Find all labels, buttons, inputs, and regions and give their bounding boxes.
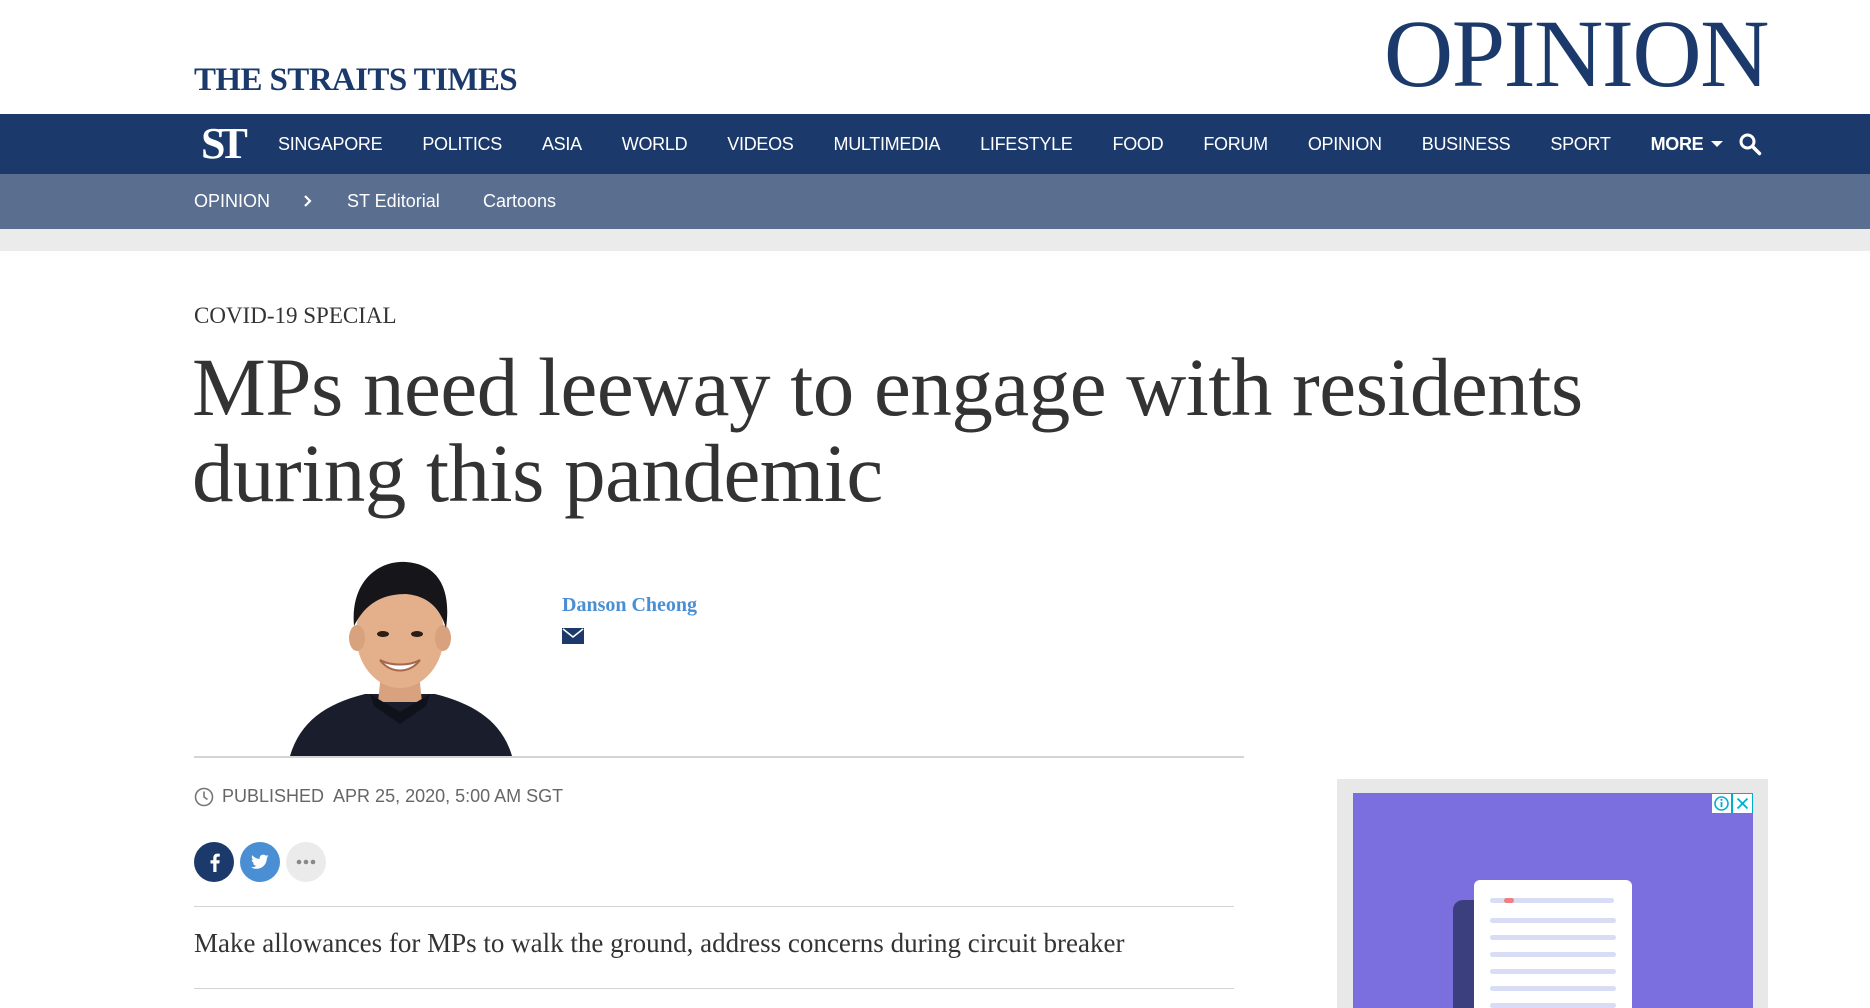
nav-more-label: MORE: [1650, 133, 1704, 154]
twitter-share-button[interactable]: [240, 842, 280, 882]
more-icon: [296, 859, 316, 865]
divider: [194, 756, 1244, 758]
search-icon[interactable]: [1738, 132, 1762, 156]
nav-item-opinion[interactable]: OPINION: [1308, 134, 1382, 155]
nav-item-business[interactable]: BUSINESS: [1422, 134, 1511, 155]
subnav-section-opinion[interactable]: OPINION: [194, 174, 270, 229]
article-standfirst: Make allowances for MPs to walk the grou…: [194, 928, 1125, 958]
ad-card-line: [1490, 986, 1616, 991]
author-photo: [290, 561, 512, 756]
ad-card-line: [1490, 918, 1616, 923]
ad-card-line: [1490, 1003, 1616, 1008]
clock-icon: [194, 787, 214, 806]
published-label: PUBLISHED: [222, 786, 325, 806]
ad-card-marker: [1504, 898, 1514, 903]
section-title: OPINION: [1383, 0, 1770, 107]
nav-item-singapore[interactable]: SINGAPORE: [278, 134, 383, 155]
published-date: APR 25, 2020, 5:00 AM SGT: [333, 786, 564, 806]
share-bar: [194, 842, 332, 882]
primary-nav: ST SINGAPORE POLITICS ASIA WORLD VIDEOS …: [0, 114, 1870, 174]
ad-card-line: [1490, 952, 1616, 957]
nav-item-asia[interactable]: ASIA: [542, 134, 582, 155]
subnav-item-st-editorial[interactable]: ST Editorial: [347, 174, 440, 229]
facebook-icon: [210, 853, 220, 872]
nav-item-videos[interactable]: VIDEOS: [727, 134, 794, 155]
ad-card-line: [1490, 969, 1616, 974]
nav-item-politics[interactable]: POLITICS: [422, 134, 502, 155]
ad-card-line: [1490, 935, 1616, 940]
masthead: THE STRAITS TIMES OPINION: [0, 0, 1870, 114]
top-ad-strip: [0, 229, 1870, 251]
chevron-right-icon: [304, 195, 312, 207]
nav-item-sport[interactable]: SPORT: [1550, 134, 1610, 155]
nav-item-forum[interactable]: FORUM: [1203, 134, 1268, 155]
nav-item-multimedia[interactable]: MULTIMEDIA: [834, 134, 941, 155]
adchoices-icon[interactable]: [1711, 793, 1732, 814]
caret-down-icon: [1711, 141, 1724, 147]
site-logo[interactable]: THE STRAITS TIMES: [194, 62, 518, 99]
ad-illustration-card: [1474, 880, 1632, 1008]
nav-more-button[interactable]: MORE: [1651, 134, 1724, 155]
mail-icon[interactable]: [562, 628, 584, 644]
nav-item-world[interactable]: WORLD: [622, 134, 688, 155]
article-kicker[interactable]: COVID-19 SPECIAL: [194, 303, 397, 329]
article-headline: MPs need leeway to engage with residents…: [192, 341, 1583, 519]
st-logo[interactable]: ST: [201, 118, 248, 170]
facebook-share-button[interactable]: [194, 842, 234, 882]
nav-item-lifestyle[interactable]: LIFESTYLE: [980, 134, 1073, 155]
ad-creative[interactable]: [1353, 793, 1753, 1008]
secondary-nav: OPINION ST Editorial Cartoons: [0, 174, 1870, 229]
divider: [194, 906, 1234, 907]
more-share-button[interactable]: [286, 842, 326, 882]
ad-close-icon[interactable]: [1732, 793, 1753, 814]
author-name-link[interactable]: Danson Cheong: [562, 594, 697, 617]
subnav-item-cartoons[interactable]: Cartoons: [483, 174, 556, 229]
nav-item-food[interactable]: FOOD: [1113, 134, 1164, 155]
twitter-icon: [251, 854, 269, 869]
nav-items: SINGAPORE POLITICS ASIA WORLD VIDEOS MUL…: [278, 114, 1763, 174]
divider: [194, 988, 1234, 989]
published-line: PUBLISHED APR 25, 2020, 5:00 AM SGT: [194, 786, 563, 807]
